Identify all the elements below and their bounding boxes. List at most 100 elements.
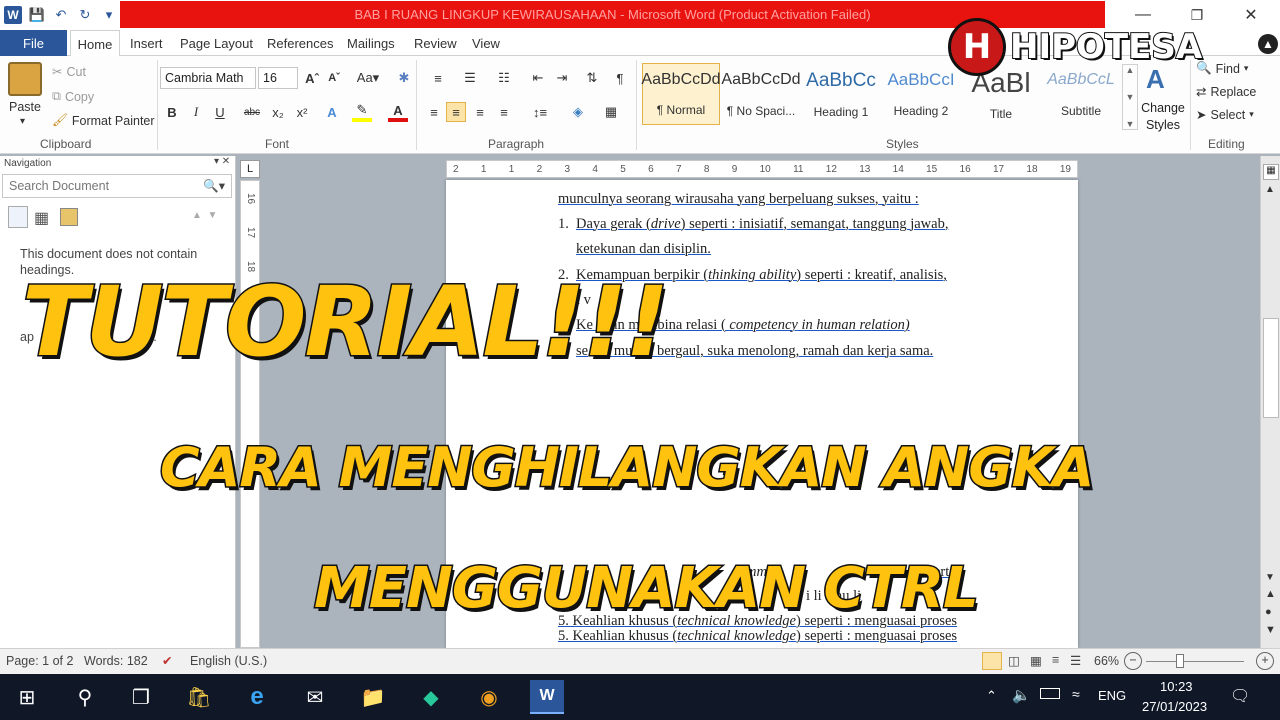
app-icon[interactable]: ◆: [414, 680, 448, 714]
customize-qat-icon[interactable]: ▾: [100, 6, 118, 24]
increase-indent-icon[interactable]: ⇥: [552, 68, 572, 88]
ribbon-help-icon[interactable]: ▲: [1258, 34, 1278, 54]
page-count[interactable]: Page: 1 of 2: [6, 654, 73, 668]
store-icon[interactable]: 🛍: [182, 680, 216, 714]
style-heading-1[interactable]: AaBbCc Heading 1: [802, 63, 880, 125]
scroll-down-icon[interactable]: ▼: [1265, 572, 1275, 583]
save-icon[interactable]: 💾: [28, 6, 46, 24]
search-input[interactable]: Search Document: [9, 179, 109, 193]
cut-button[interactable]: ✂ Cut: [52, 64, 86, 80]
copy-button[interactable]: ⧉ Copy: [52, 89, 94, 104]
line-spacing-icon[interactable]: ↕≡: [526, 102, 554, 122]
file-explorer-icon[interactable]: 📁: [356, 680, 390, 714]
clock-date[interactable]: 27/01/2023: [1142, 699, 1207, 714]
zoom-slider[interactable]: [1146, 661, 1244, 662]
tab-home[interactable]: Home: [70, 30, 120, 57]
align-left-icon[interactable]: ≡: [424, 102, 444, 122]
search-icon[interactable]: 🔍▾: [203, 178, 225, 194]
pilcrow-icon[interactable]: ¶: [610, 68, 630, 88]
previous-page-icon[interactable]: ▲: [1265, 588, 1276, 600]
font-size-select[interactable]: 16: [258, 67, 298, 89]
proofing-icon[interactable]: ✔: [162, 653, 172, 668]
tab-insert[interactable]: Insert: [130, 30, 163, 56]
battery-icon[interactable]: [1040, 688, 1060, 699]
bullets-icon[interactable]: ≡: [424, 68, 452, 88]
grow-font-icon[interactable]: Aˆ: [302, 68, 322, 88]
strikethrough-icon[interactable]: abc: [242, 102, 262, 122]
bold-icon[interactable]: B: [162, 102, 182, 122]
browse-object-icon[interactable]: ●: [1265, 606, 1272, 618]
align-center-icon[interactable]: ≡: [446, 102, 466, 122]
draft-view-icon[interactable]: ☰: [1070, 653, 1081, 668]
clock-time[interactable]: 10:23: [1160, 679, 1193, 694]
change-styles-button[interactable]: Change Styles: [1140, 100, 1186, 134]
nav-headings-tab-icon[interactable]: [8, 206, 28, 228]
mail-icon[interactable]: ✉: [298, 680, 332, 714]
edge-icon[interactable]: e: [240, 680, 274, 714]
sort-icon[interactable]: ⇅: [582, 68, 602, 88]
chrome-icon[interactable]: ◉: [472, 680, 506, 714]
tab-page-layout[interactable]: Page Layout: [180, 30, 253, 56]
underline-icon[interactable]: U: [210, 102, 230, 122]
word-count[interactable]: Words: 182: [84, 654, 148, 668]
print-layout-view-icon[interactable]: [982, 652, 1002, 670]
align-right-icon[interactable]: ≡: [470, 102, 490, 122]
nav-prev-next-icons[interactable]: ▲ ▼: [192, 210, 217, 221]
style-normal[interactable]: AaBbCcDd ¶ Normal: [641, 63, 721, 125]
clear-formatting-icon[interactable]: ✱: [394, 68, 414, 88]
language[interactable]: English (U.S.): [190, 654, 267, 668]
outline-view-icon[interactable]: ≡: [1052, 653, 1059, 667]
tab-file[interactable]: File: [0, 30, 67, 56]
shading-icon[interactable]: ◈: [564, 102, 592, 122]
borders-icon[interactable]: ▦: [598, 102, 624, 122]
scroll-thumb[interactable]: [1263, 318, 1279, 418]
windows-start-icon[interactable]: ⊞: [10, 680, 44, 714]
vertical-scrollbar[interactable]: ▦ ▲ ▼ ▲ ● ▼: [1260, 156, 1280, 648]
task-view-icon[interactable]: ❐: [124, 680, 158, 714]
paste-button[interactable]: Paste: [9, 100, 41, 114]
tab-mailings[interactable]: Mailings: [347, 30, 395, 56]
word-app-icon[interactable]: W: [4, 6, 22, 24]
scroll-up-icon[interactable]: ▲: [1265, 184, 1275, 195]
text-effects-icon[interactable]: A: [322, 102, 342, 122]
horizontal-ruler[interactable]: 2 1 1 2 3 4 5 6 7 8 9 10 11 12 13 14 15 16 17 18 19: [446, 160, 1078, 178]
input-language[interactable]: ENG: [1098, 688, 1126, 703]
zoom-slider-thumb[interactable]: [1176, 654, 1184, 668]
word-taskbar-icon[interactable]: W: [530, 680, 564, 714]
zoom-in-icon[interactable]: +: [1256, 652, 1274, 670]
tab-selector-icon[interactable]: L: [240, 160, 260, 178]
format-painter-button[interactable]: 🖌 Format Painter: [52, 113, 155, 128]
redo-icon[interactable]: ↻: [76, 6, 94, 24]
volume-icon[interactable]: 🔈: [1012, 686, 1031, 704]
zoom-out-icon[interactable]: −: [1124, 652, 1142, 670]
network-icon[interactable]: ≈: [1072, 686, 1080, 702]
tab-review[interactable]: Review: [414, 30, 457, 56]
web-layout-view-icon[interactable]: ▦: [1030, 653, 1042, 668]
numbering-icon[interactable]: ☰: [456, 68, 484, 88]
tab-references[interactable]: References: [267, 30, 333, 56]
font-color-icon[interactable]: A: [388, 102, 408, 122]
replace-button[interactable]: ⇄ Replace: [1196, 84, 1256, 100]
ruler-toggle-icon[interactable]: ▦: [1263, 164, 1279, 180]
tab-view[interactable]: View: [472, 30, 500, 56]
italic-icon[interactable]: I: [186, 102, 206, 122]
nav-search-box[interactable]: Search Document 🔍▾: [2, 174, 232, 198]
select-button[interactable]: ➤ Select ▾: [1196, 107, 1254, 123]
decrease-indent-icon[interactable]: ⇤: [528, 68, 548, 88]
paste-dropdown-icon[interactable]: ▾: [20, 116, 25, 127]
show-hidden-icons-icon[interactable]: ⌃: [986, 688, 997, 704]
search-icon[interactable]: ⚲: [68, 680, 102, 714]
next-page-icon[interactable]: ▼: [1265, 624, 1276, 636]
nav-pages-tab-icon[interactable]: ▦: [34, 208, 49, 228]
subscript-icon[interactable]: x₂: [268, 102, 288, 122]
multilevel-list-icon[interactable]: ☷: [490, 68, 518, 88]
justify-icon[interactable]: ≡: [494, 102, 514, 122]
paste-icon[interactable]: [8, 62, 42, 96]
full-screen-view-icon[interactable]: ◫: [1008, 653, 1020, 668]
undo-icon[interactable]: ↶: [52, 6, 70, 24]
font-name-select[interactable]: Cambria Math: [160, 67, 256, 89]
zoom-level[interactable]: 66%: [1094, 654, 1119, 668]
highlight-icon[interactable]: ✎: [352, 102, 372, 122]
superscript-icon[interactable]: x²: [292, 102, 312, 122]
nav-results-tab-icon[interactable]: [60, 208, 78, 226]
